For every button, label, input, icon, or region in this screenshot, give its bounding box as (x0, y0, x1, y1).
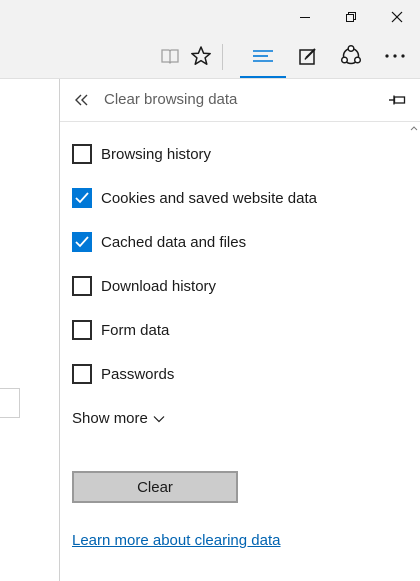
show-more-label: Show more (72, 410, 148, 427)
option-label: Passwords (101, 365, 175, 383)
more-button[interactable] (375, 34, 415, 78)
reading-view-icon (161, 49, 179, 64)
toolbar-divider (222, 44, 223, 70)
show-more-toggle[interactable]: Show more (72, 410, 165, 427)
pin-button[interactable] (386, 91, 408, 109)
panel-header: Clear browsing data (60, 79, 420, 122)
page-input-box[interactable] (0, 388, 20, 418)
pin-icon (389, 95, 406, 105)
option-download-history[interactable]: Download history (72, 274, 216, 298)
restore-button[interactable] (328, 0, 374, 34)
close-icon (391, 11, 403, 23)
panel-title: Clear browsing data (104, 91, 238, 108)
scroll-up-button[interactable] (409, 123, 419, 133)
close-button[interactable] (374, 0, 420, 34)
checkbox[interactable] (72, 188, 92, 208)
check-icon (75, 236, 89, 248)
web-note-icon (299, 48, 316, 65)
check-icon (75, 192, 89, 204)
minimize-button[interactable] (282, 0, 328, 34)
clear-button[interactable]: Clear (72, 471, 238, 503)
scroll-up-arrow-icon (410, 126, 418, 131)
option-cached-data[interactable]: Cached data and files (72, 230, 246, 254)
option-label: Download history (101, 277, 217, 295)
checkbox[interactable] (72, 320, 92, 340)
share-button[interactable] (331, 34, 371, 78)
option-label: Cookies and saved website data (101, 189, 317, 207)
double-chevron-left-icon (75, 94, 88, 106)
hub-icon (253, 50, 273, 62)
option-label: Form data (101, 321, 170, 339)
favorite-star-icon (191, 46, 211, 65)
page-content (0, 79, 59, 581)
share-icon (340, 44, 362, 65)
title-bar (0, 0, 420, 34)
back-button[interactable] (70, 89, 94, 111)
minimize-icon (300, 17, 310, 18)
more-icon (385, 54, 405, 58)
learn-more-link[interactable]: Learn more about clearing data (72, 532, 280, 549)
browser-toolbar (0, 34, 420, 79)
web-note-button[interactable] (288, 34, 328, 78)
checkbox[interactable] (72, 276, 92, 296)
clear-browsing-data-panel: Clear browsing data Browsing history Coo… (59, 79, 420, 581)
option-passwords[interactable]: Passwords (72, 362, 174, 386)
checkbox[interactable] (72, 232, 92, 252)
option-label: Cached data and files (101, 233, 247, 251)
checkbox[interactable] (72, 144, 92, 164)
hub-button[interactable] (240, 34, 286, 78)
restore-icon (346, 12, 356, 22)
option-cookies[interactable]: Cookies and saved website data (72, 186, 317, 210)
favorite-button[interactable] (181, 34, 221, 78)
chevron-down-icon (153, 415, 165, 422)
option-browsing-history[interactable]: Browsing history (72, 142, 211, 166)
option-label: Browsing history (101, 145, 212, 163)
checkbox[interactable] (72, 364, 92, 384)
option-form-data[interactable]: Form data (72, 318, 169, 342)
